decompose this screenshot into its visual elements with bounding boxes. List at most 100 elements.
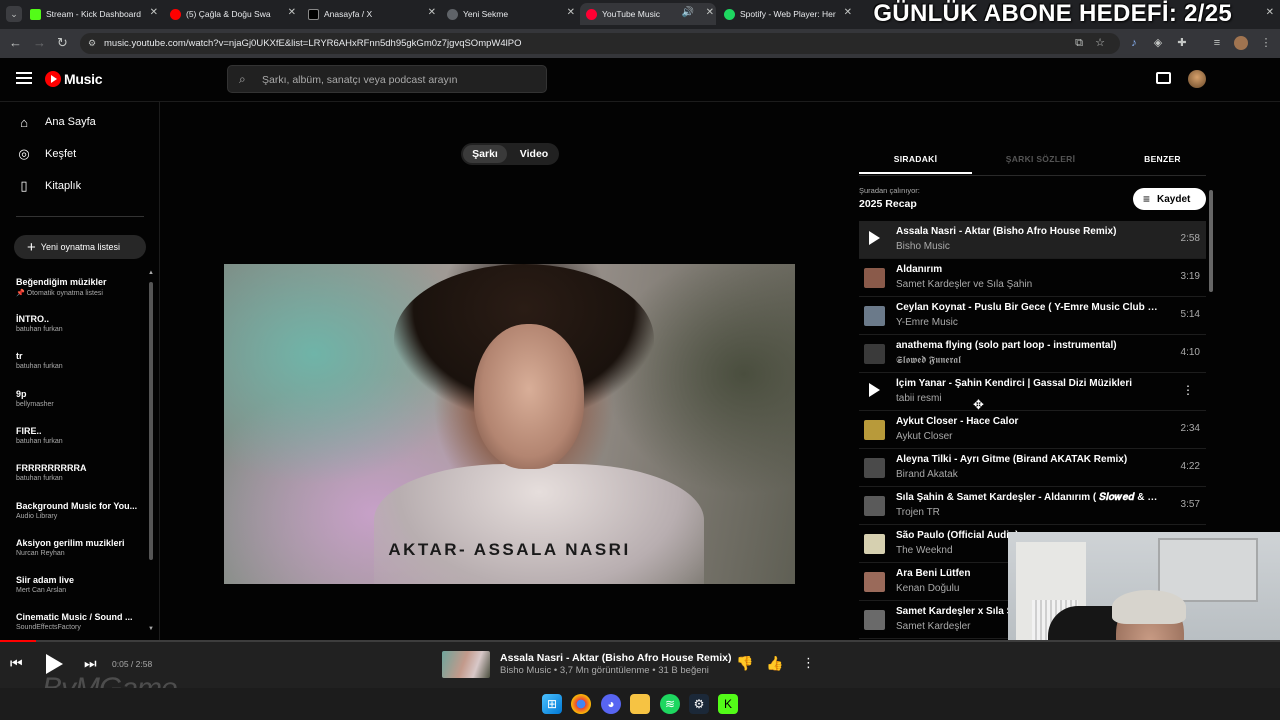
browser-tab-active[interactable]: YouTube Music 🔊 ✕ bbox=[580, 3, 716, 25]
reload-icon[interactable]: ↻ bbox=[57, 35, 68, 51]
browser-tab[interactable]: (5) Çağla & Doğu Swa ✕ bbox=[170, 3, 298, 25]
browser-tab-strip: ⌄ Stream - Kick Dashboard ✕ (5) Çağla & D… bbox=[0, 0, 1280, 29]
extension-icon[interactable]: ◈ bbox=[1151, 36, 1165, 50]
toggle-song[interactable]: Şarkı bbox=[463, 145, 507, 163]
close-tab-icon[interactable]: ✕ bbox=[428, 7, 436, 18]
playlist-item[interactable]: tr batuhan furkan bbox=[16, 351, 138, 370]
playlist-item[interactable]: Siir adam live Mert Can Arslan bbox=[16, 575, 138, 594]
playlist-item[interactable]: Cinematic Music / Sound ... SoundEffectsF… bbox=[16, 612, 138, 631]
progress-bar[interactable] bbox=[0, 640, 1280, 642]
playlist-item[interactable]: FIRE.. batuhan furkan bbox=[16, 426, 138, 445]
playlist-item[interactable]: Aksiyon gerilim muzikleri Nurcan Reyhan bbox=[16, 538, 138, 557]
site-info-icon[interactable]: ⚙ bbox=[88, 33, 96, 54]
more-options-icon[interactable]: ⋮ bbox=[1182, 383, 1194, 397]
media-icon[interactable]: ♪ bbox=[1127, 36, 1141, 50]
save-button[interactable]: ≡ Kaydet bbox=[1133, 188, 1206, 210]
playlist-add-icon: ≡ bbox=[1143, 192, 1151, 206]
back-icon[interactable]: ← bbox=[9, 35, 22, 50]
sidebar-item-library[interactable]: ▯ Kitaplık bbox=[16, 176, 81, 196]
playlist-item[interactable]: Beğendiğim müzikler 📌 Otomatik oynatma li… bbox=[16, 277, 138, 297]
tab-up-next[interactable]: SIRADAKİ bbox=[859, 148, 972, 174]
windows-start-icon[interactable]: ⊞ bbox=[542, 694, 562, 714]
play-icon[interactable] bbox=[869, 231, 880, 245]
tab-related[interactable]: BENZER bbox=[1109, 148, 1216, 174]
plus-icon: + bbox=[27, 238, 36, 256]
track-duration: 2:34 bbox=[1180, 423, 1200, 434]
more-options-icon[interactable]: ⋮ bbox=[802, 655, 815, 671]
window-controls[interactable]: ✕ bbox=[1266, 7, 1274, 18]
x-logo-icon bbox=[308, 8, 319, 20]
track-duration: 3:19 bbox=[1180, 271, 1200, 282]
play-icon[interactable] bbox=[869, 383, 880, 397]
address-bar[interactable]: ⚙ music.youtube.com/watch?v=njaGj0UKXfE&… bbox=[80, 33, 1120, 54]
discord-icon[interactable]: ◕ bbox=[601, 694, 621, 714]
playlist-item[interactable]: Background Music for You... Audio Library bbox=[16, 501, 138, 520]
browser-tab[interactable]: Yeni Sekme ✕ bbox=[447, 3, 577, 25]
now-playing-thumbnail[interactable] bbox=[442, 651, 490, 678]
toggle-video[interactable]: Video bbox=[513, 145, 555, 163]
ytm-logo-icon bbox=[45, 71, 61, 87]
queue-item[interactable]: Aldanırım Samet Kardeşler ve Sıla Şahin 3:… bbox=[859, 259, 1206, 297]
playlist-item[interactable]: 9p bellymasher bbox=[16, 389, 138, 408]
playlist-item[interactable]: İNTRO.. batuhan furkan bbox=[16, 314, 138, 333]
dislike-icon[interactable]: 👎 bbox=[736, 655, 753, 672]
queue-item[interactable]: Ceylan Koynat - Puslu Bir Gece ( Y-Emre … bbox=[859, 297, 1206, 335]
chrome-taskbar-icon[interactable] bbox=[571, 694, 591, 714]
track-thumbnail bbox=[864, 306, 885, 326]
chrome-menu-icon[interactable]: ⋮ bbox=[1259, 36, 1273, 50]
avatar[interactable] bbox=[1188, 70, 1206, 88]
queue-item[interactable]: Aleyna Tilki - Ayrı Gitme (Birand AKATAK… bbox=[859, 449, 1206, 487]
close-tab-icon[interactable]: ✕ bbox=[150, 7, 158, 18]
sidebar-item-home[interactable]: ⌂ Ana Sayfa bbox=[16, 112, 96, 132]
scroll-down-icon[interactable]: ▼ bbox=[148, 626, 154, 632]
queue-scrollbar[interactable] bbox=[1209, 190, 1213, 292]
previous-icon[interactable]: ⏮ bbox=[10, 655, 23, 672]
bookmark-star-icon[interactable]: ☆ bbox=[1093, 36, 1107, 50]
track-duration: 4:10 bbox=[1180, 347, 1200, 358]
cast-icon[interactable] bbox=[1156, 72, 1171, 84]
now-playing-title[interactable]: Assala Nasri - Aktar (Bisho Afro House R… bbox=[500, 652, 731, 664]
menu-icon[interactable] bbox=[16, 72, 32, 84]
queue-playlist-name[interactable]: 2025 Recap bbox=[859, 198, 917, 210]
browser-tab[interactable]: Spotify - Web Player: Her ✕ bbox=[724, 3, 854, 25]
spotify-taskbar-icon[interactable]: ≋ bbox=[660, 694, 680, 714]
search-input[interactable] bbox=[262, 71, 532, 88]
queue-item[interactable]: İçim Yanar - Şahin Kendirci | Gassal Diz… bbox=[859, 373, 1206, 411]
ytm-logo[interactable]: Music bbox=[45, 71, 102, 87]
puzzle-icon[interactable]: ✚ bbox=[1175, 36, 1189, 50]
queue-item[interactable]: Assala Nasri - Aktar (Bisho Afro House R… bbox=[859, 221, 1206, 259]
sidebar-item-explore[interactable]: ◎ Keşfet bbox=[16, 144, 76, 164]
install-app-icon[interactable]: ⧉ bbox=[1072, 36, 1086, 50]
steam-icon[interactable]: ⚙ bbox=[689, 694, 709, 714]
profile-avatar-icon[interactable] bbox=[1234, 36, 1248, 50]
like-icon[interactable]: 👍 bbox=[766, 655, 783, 672]
forward-icon[interactable]: → bbox=[33, 35, 46, 50]
playlist-item[interactable]: FRRRRRRRRRA batuhan furkan bbox=[16, 463, 138, 482]
tab-search-button[interactable]: ⌄ bbox=[6, 6, 22, 22]
windows-taskbar: ⊞ ◕ ≋ ⚙ K bbox=[0, 688, 1280, 720]
kick-taskbar-icon[interactable]: K bbox=[718, 694, 738, 714]
webcam-person-hair bbox=[1112, 590, 1186, 624]
file-explorer-icon[interactable] bbox=[630, 694, 650, 714]
queue-item[interactable]: Aykut Closer - Hace Calor Aykut Closer 2:3… bbox=[859, 411, 1206, 449]
queue-item[interactable]: Sıla Şahin & Samet Kardeşler - Aldanırım… bbox=[859, 487, 1206, 525]
browser-tab[interactable]: Anasayfa / X ✕ bbox=[308, 3, 438, 25]
queue-item[interactable]: anathema flying (solo part loop - instru… bbox=[859, 335, 1206, 373]
search-box[interactable]: ⌕ bbox=[227, 65, 547, 93]
tab-lyrics[interactable]: ŞARKI SÖZLERİ bbox=[983, 148, 1098, 174]
close-tab-icon[interactable]: ✕ bbox=[567, 7, 575, 18]
sidebar-scrollbar[interactable] bbox=[149, 282, 153, 560]
new-playlist-button[interactable]: + Yeni oynatma listesi bbox=[14, 235, 146, 259]
move-cursor-icon: ✥ bbox=[973, 397, 984, 412]
close-tab-icon[interactable]: ✕ bbox=[844, 7, 852, 18]
next-icon[interactable]: ⏭ bbox=[84, 655, 97, 672]
track-title: Ceylan Koynat - Puslu Bir Gece ( Y-Emre … bbox=[896, 302, 1160, 313]
play-icon[interactable] bbox=[46, 654, 63, 674]
reading-list-icon[interactable]: ≡ bbox=[1210, 36, 1224, 50]
song-video-toggle: Şarkı Video bbox=[461, 143, 559, 165]
browser-tab[interactable]: Stream - Kick Dashboard ✕ bbox=[30, 3, 160, 25]
scroll-up-icon[interactable]: ▲ bbox=[148, 270, 154, 276]
close-tab-icon[interactable]: ✕ bbox=[288, 7, 296, 18]
close-tab-icon[interactable]: ✕ bbox=[706, 7, 714, 18]
spotify-icon bbox=[724, 8, 735, 20]
